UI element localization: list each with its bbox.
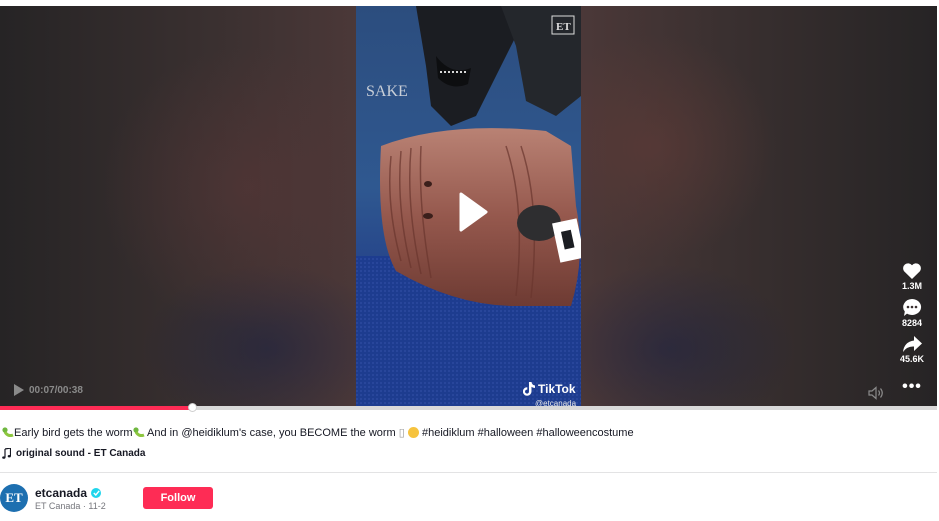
- playback-controls: 00:07/00:38: [14, 384, 83, 396]
- video-player[interactable]: SAKE ET TikTok @etcanada 00:07/00:38 1.3…: [0, 6, 937, 409]
- svg-text:SAKE: SAKE: [366, 83, 408, 100]
- author-username[interactable]: etcanada: [35, 486, 102, 500]
- more-icon[interactable]: •••: [902, 378, 922, 396]
- play-icon[interactable]: [458, 192, 488, 232]
- blurred-backdrop-right: [581, 6, 937, 409]
- worm-emoji-icon: [133, 427, 145, 437]
- missing-glyph: ▯: [398, 427, 405, 439]
- verified-icon: [91, 488, 102, 498]
- video-caption: Early bird gets the worm And in @heidikl…: [2, 426, 634, 439]
- tiktok-brand-text: TikTok: [538, 382, 576, 396]
- worm-emoji-icon: [2, 427, 14, 437]
- mention-link[interactable]: @heidiklum: [181, 427, 239, 439]
- blurred-backdrop-left: [0, 6, 356, 409]
- action-rail: 1.3M 8284 45.6K •••: [896, 262, 928, 396]
- follow-button[interactable]: Follow: [143, 487, 213, 509]
- share-count: 45.6K: [899, 354, 925, 364]
- progress-handle[interactable]: [188, 403, 198, 412]
- caption-text-1: Early bird gets the worm: [14, 427, 133, 439]
- divider: [0, 472, 937, 473]
- hashtag-link[interactable]: #heidiklum: [422, 427, 475, 439]
- sound-label: original sound - ET Canada: [16, 448, 146, 459]
- heart-icon: [903, 263, 921, 279]
- share-icon: [903, 336, 922, 352]
- hashtag-link[interactable]: #halloween: [478, 427, 534, 439]
- avatar[interactable]: ET: [0, 484, 28, 512]
- music-note-icon: [2, 448, 11, 459]
- caption-text-2: And in: [144, 427, 182, 439]
- share-button[interactable]: 45.6K: [900, 335, 924, 364]
- comment-count: 8284: [901, 318, 923, 328]
- comment-button[interactable]: 8284: [902, 298, 922, 328]
- author-subtitle: ET Canada · 11-2: [35, 501, 106, 511]
- progress-fill: [0, 406, 193, 410]
- sound-link[interactable]: original sound - ET Canada: [2, 448, 145, 459]
- hashtag-link[interactable]: #halloweencostume: [536, 427, 633, 439]
- tiktok-logo-icon: [523, 382, 535, 396]
- time-display: 00:07/00:38: [29, 384, 83, 396]
- comment-icon: [903, 298, 922, 316]
- like-count: 1.3M: [901, 281, 922, 291]
- author-username-text: etcanada: [35, 486, 88, 500]
- svg-text:ET: ET: [556, 21, 571, 33]
- caption-text-3: 's case, you BECOME the worm: [238, 427, 399, 439]
- tiktok-logo: TikTok: [523, 382, 576, 396]
- volume-icon[interactable]: [868, 386, 884, 400]
- control-play-icon[interactable]: [14, 384, 24, 396]
- progress-bar[interactable]: [0, 403, 937, 412]
- dizzy-face-emoji-icon: [407, 427, 419, 438]
- like-button[interactable]: 1.3M: [902, 262, 922, 291]
